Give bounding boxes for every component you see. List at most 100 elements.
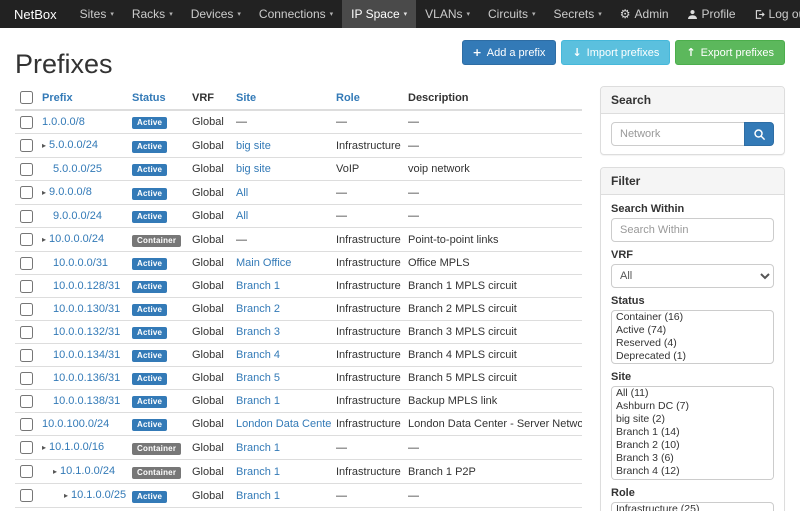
prefix-link[interactable]: 10.0.100.0/24 bbox=[42, 418, 109, 430]
prefix-cell: ▸10.0.0.0/24 bbox=[42, 232, 104, 247]
admin-menu-item[interactable]: ⚙ Admin bbox=[611, 0, 678, 28]
site-link[interactable]: Branch 5 bbox=[236, 372, 280, 384]
status-filter-option[interactable]: Active (74) bbox=[612, 324, 773, 337]
prefix-cell: 9.0.0.0/24 bbox=[42, 209, 102, 223]
import-prefixes-button[interactable]: ↓ Import prefixes bbox=[561, 40, 670, 65]
site-filter-option[interactable]: Branch 2 (10) bbox=[612, 439, 773, 452]
page-title: Prefixes bbox=[15, 49, 113, 80]
column-header-site[interactable]: Site bbox=[231, 86, 331, 110]
column-header-role[interactable]: Role bbox=[331, 86, 403, 110]
app-logo[interactable]: NetBox bbox=[0, 0, 71, 28]
select-all-checkbox[interactable] bbox=[20, 91, 33, 104]
row-checkbox[interactable] bbox=[20, 326, 33, 339]
row-checkbox[interactable] bbox=[20, 116, 33, 129]
site-link[interactable]: All bbox=[236, 210, 248, 222]
import-prefixes-label: Import prefixes bbox=[587, 47, 660, 59]
row-checkbox[interactable] bbox=[20, 280, 33, 293]
prefix-link[interactable]: 10.0.0.130/31 bbox=[53, 303, 120, 315]
site-filter-option[interactable]: Branch 4 (12) bbox=[612, 465, 773, 478]
site-link[interactable]: Branch 3 bbox=[236, 326, 280, 338]
column-header-status[interactable]: Status bbox=[127, 86, 187, 110]
prefix-link[interactable]: 9.0.0.0/8 bbox=[49, 186, 92, 198]
prefix-link[interactable]: 1.0.0.0/8 bbox=[42, 116, 85, 128]
search-input[interactable] bbox=[611, 122, 745, 146]
row-checkbox[interactable] bbox=[20, 139, 33, 152]
site-filter-option[interactable]: Ashburn DC (7) bbox=[612, 400, 773, 413]
row-checkbox[interactable] bbox=[20, 303, 33, 316]
search-panel: Search bbox=[600, 86, 785, 155]
row-checkbox[interactable] bbox=[20, 395, 33, 408]
site-link[interactable]: big site bbox=[236, 163, 271, 175]
profile-menu-item[interactable]: Profile bbox=[678, 0, 745, 28]
site-cell: Branch 5 bbox=[231, 367, 331, 390]
site-link[interactable]: Branch 4 bbox=[236, 349, 280, 361]
row-checkbox[interactable] bbox=[20, 349, 33, 362]
row-checkbox[interactable] bbox=[20, 418, 33, 431]
export-prefixes-button[interactable]: ↑ Export prefixes bbox=[675, 40, 785, 65]
site-filter-option[interactable]: Branch 1 (14) bbox=[612, 426, 773, 439]
prefix-link[interactable]: 10.1.0.0/24 bbox=[60, 465, 115, 477]
site-link[interactable]: London Data Center bbox=[236, 418, 331, 430]
column-header-prefix[interactable]: Prefix bbox=[37, 86, 127, 110]
site-filter-listbox[interactable]: All (11)Ashburn DC (7)big site (2)Branch… bbox=[611, 386, 774, 480]
logout-button[interactable]: Log out bbox=[745, 0, 800, 28]
search-within-input[interactable] bbox=[611, 218, 774, 242]
site-filter-option[interactable]: big site (2) bbox=[612, 413, 773, 426]
prefix-link[interactable]: 10.0.0.138/31 bbox=[53, 395, 120, 407]
role-filter-listbox[interactable]: Infrastructure (25)Management (8)Private… bbox=[611, 502, 774, 511]
row-checkbox[interactable] bbox=[20, 489, 33, 502]
prefix-cell: 10.0.0.134/31 bbox=[42, 348, 120, 362]
site-cell: All bbox=[231, 181, 331, 205]
nav-menu-item[interactable]: Connections ▾ bbox=[250, 0, 342, 28]
row-checkbox[interactable] bbox=[20, 210, 33, 223]
nav-menu-item[interactable]: VLANs ▾ bbox=[416, 0, 479, 28]
row-checkbox[interactable] bbox=[20, 465, 33, 478]
add-prefix-button[interactable]: + Add a prefix bbox=[462, 40, 557, 65]
prefix-link[interactable]: 10.0.0.128/31 bbox=[53, 280, 120, 292]
nav-menu-label: Circuits bbox=[488, 7, 528, 21]
site-link[interactable]: Branch 1 bbox=[236, 442, 280, 454]
row-checkbox[interactable] bbox=[20, 233, 33, 246]
prefix-link[interactable]: 5.0.0.0/25 bbox=[53, 163, 102, 175]
nav-menu-item[interactable]: Racks ▾ bbox=[123, 0, 182, 28]
search-button[interactable] bbox=[744, 122, 774, 146]
role-filter-option[interactable]: Infrastructure (25) bbox=[612, 503, 773, 511]
vrf-select[interactable]: All bbox=[611, 264, 774, 288]
prefix-link[interactable]: 5.0.0.0/24 bbox=[49, 139, 98, 151]
prefix-link[interactable]: 10.1.0.0/25 bbox=[71, 489, 126, 501]
site-link[interactable]: big site bbox=[236, 140, 271, 152]
site-filter-option[interactable]: Branch 5 (7) bbox=[612, 478, 773, 480]
site-link[interactable]: Branch 2 bbox=[236, 303, 280, 315]
prefix-link[interactable]: 9.0.0.0/24 bbox=[53, 210, 102, 222]
status-filter-option[interactable]: Container (16) bbox=[612, 311, 773, 324]
status-filter-listbox[interactable]: Container (16)Active (74)Reserved (4)Dep… bbox=[611, 310, 774, 364]
prefix-link[interactable]: 10.0.0.136/31 bbox=[53, 372, 120, 384]
site-link[interactable]: Branch 1 bbox=[236, 466, 280, 478]
status-filter-option[interactable]: Reserved (4) bbox=[612, 337, 773, 350]
chevron-down-icon: ▾ bbox=[467, 10, 471, 18]
nav-menu-item[interactable]: Devices ▾ bbox=[182, 0, 250, 28]
site-link[interactable]: Branch 1 bbox=[236, 280, 280, 292]
row-checkbox[interactable] bbox=[20, 163, 33, 176]
row-checkbox[interactable] bbox=[20, 257, 33, 270]
prefix-link[interactable]: 10.0.0.0/24 bbox=[49, 233, 104, 245]
site-link[interactable]: Branch 1 bbox=[236, 395, 280, 407]
nav-menu-item[interactable]: IP Space ▾ bbox=[342, 0, 416, 28]
expand-arrow-icon: ▸ bbox=[42, 188, 46, 197]
site-link[interactable]: Branch 1 bbox=[236, 490, 280, 502]
row-checkbox[interactable] bbox=[20, 186, 33, 199]
site-filter-option[interactable]: Branch 3 (6) bbox=[612, 452, 773, 465]
site-link[interactable]: Main Office bbox=[236, 257, 291, 269]
prefix-link[interactable]: 10.0.0.0/31 bbox=[53, 257, 108, 269]
row-checkbox[interactable] bbox=[20, 372, 33, 385]
site-link[interactable]: All bbox=[236, 187, 248, 199]
site-filter-option[interactable]: All (11) bbox=[612, 387, 773, 400]
nav-menu-item[interactable]: Secrets ▾ bbox=[545, 0, 611, 28]
prefix-link[interactable]: 10.0.0.132/31 bbox=[53, 326, 120, 338]
status-filter-option[interactable]: Deprecated (1) bbox=[612, 350, 773, 363]
nav-menu-item[interactable]: Sites ▾ bbox=[71, 0, 123, 28]
prefix-link[interactable]: 10.1.0.0/16 bbox=[49, 441, 104, 453]
prefix-link[interactable]: 10.0.0.134/31 bbox=[53, 349, 120, 361]
nav-menu-item[interactable]: Circuits ▾ bbox=[479, 0, 545, 28]
row-checkbox[interactable] bbox=[20, 441, 33, 454]
